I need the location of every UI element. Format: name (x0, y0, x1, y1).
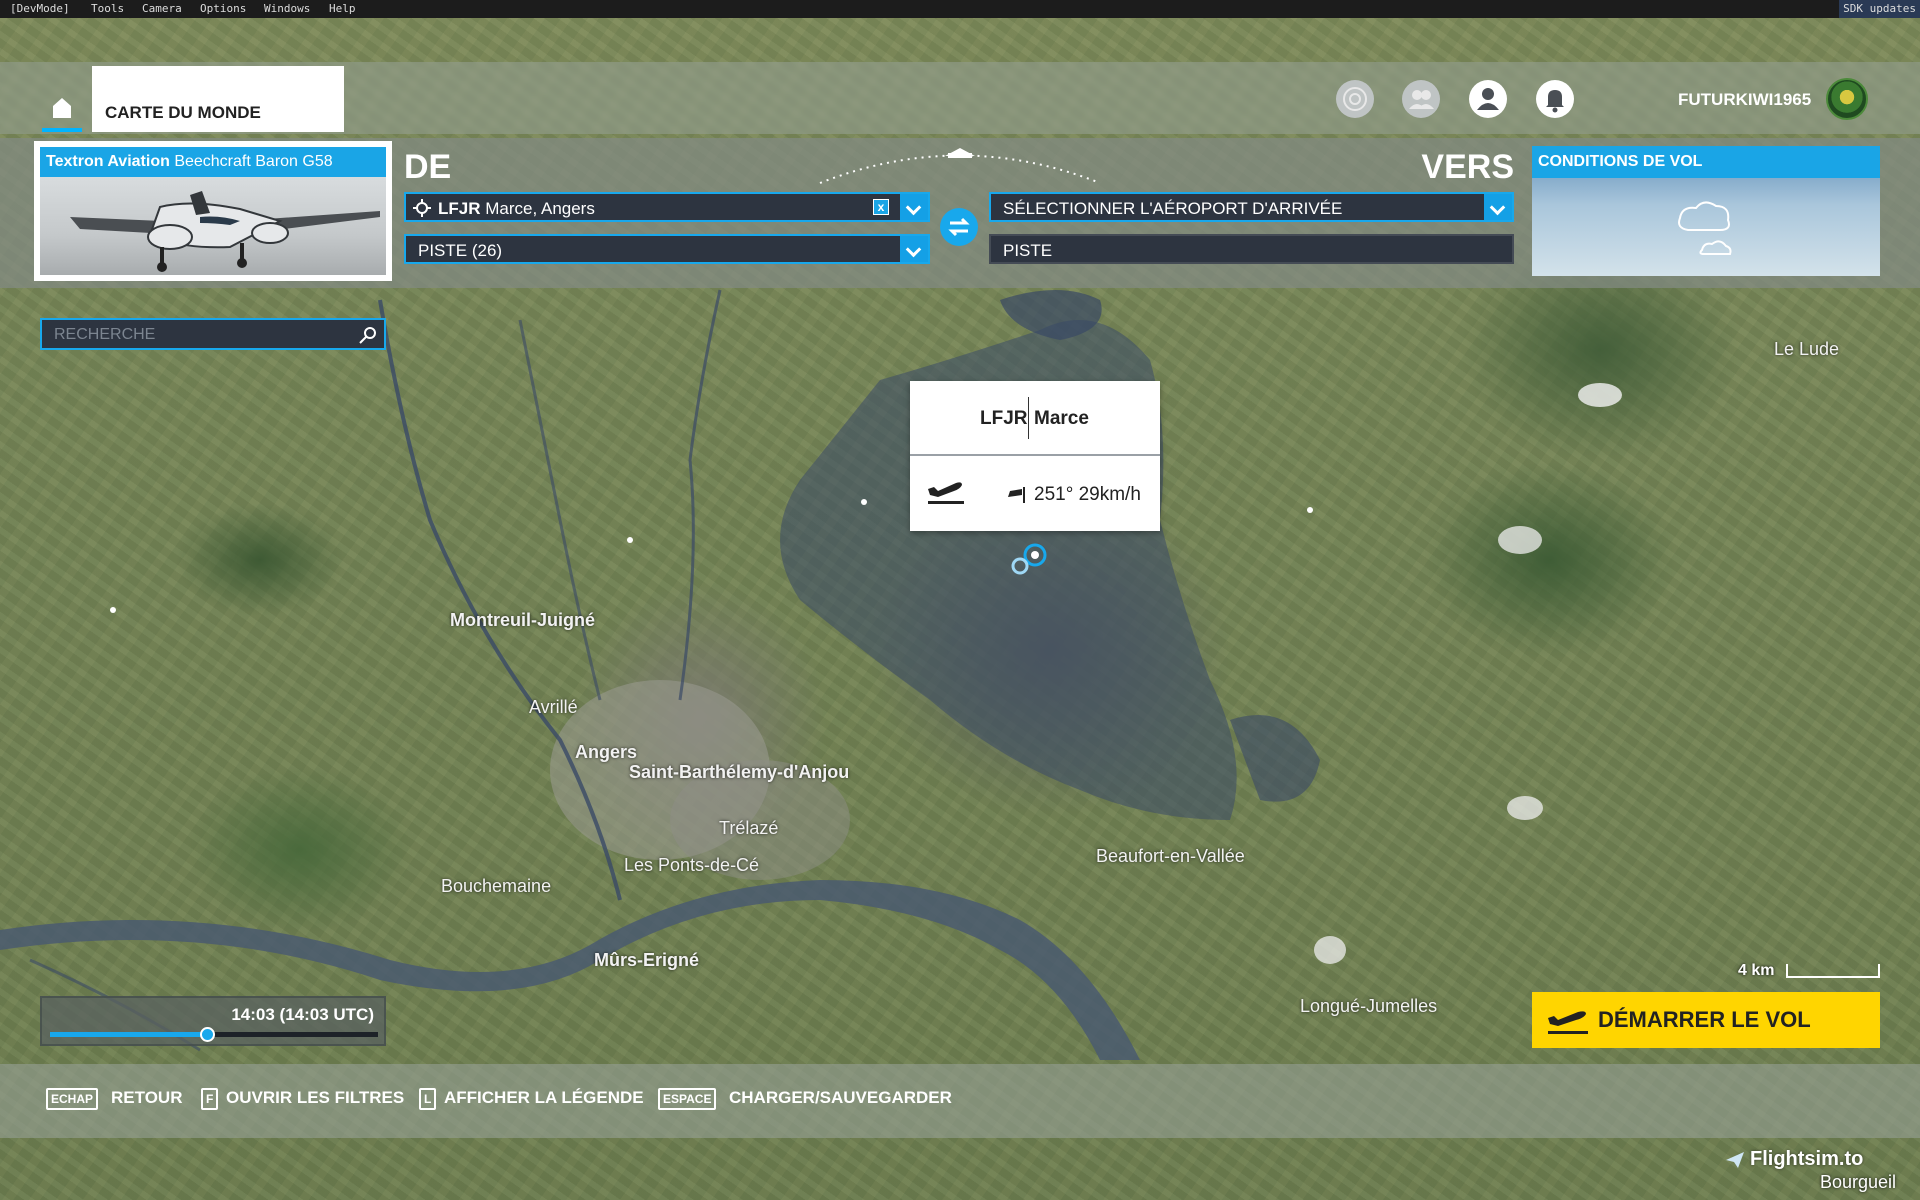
time-label: 14:03 (14:03 UTC) (231, 1005, 374, 1024)
swap-airports-button[interactable] (940, 208, 978, 246)
menu-tools[interactable]: Tools (91, 2, 124, 15)
arrival-runway-text: PISTE (1003, 241, 1053, 260)
aircraft-model: Beechcraft Baron G58 (174, 153, 333, 170)
chevron-down-icon[interactable] (900, 194, 928, 220)
start-flight-button[interactable]: DÉMARRER LE VOL (1532, 992, 1880, 1048)
departure-airport-field[interactable]: LFJR Marce, Angers (404, 192, 930, 222)
menu-camera[interactable]: Camera (142, 2, 182, 15)
flight-conditions-title: CONDITIONS DE VOL (1532, 146, 1880, 178)
friends-icon[interactable] (1402, 80, 1440, 118)
town-label: Le Lude (1774, 339, 1840, 359)
clear-departure-button[interactable]: x (873, 199, 889, 215)
watermark-text: Flightsim.to (1750, 1148, 1864, 1170)
menu-devmode[interactable]: [DevMode] (10, 2, 70, 15)
sdk-updates-button[interactable]: SDK updates (1839, 0, 1920, 18)
key-escape: ECHAP (46, 1088, 99, 1110)
departure-airport-name: Marce, Angers (485, 199, 595, 218)
time-slider-track[interactable] (50, 1027, 378, 1042)
takeoff-icon (928, 482, 964, 504)
achievements-icon[interactable] (1336, 80, 1374, 118)
arrival-airport-field[interactable]: SÉLECTIONNER L'AÉROPORT D'ARRIVÉE (989, 192, 1514, 222)
arrival-heading: VERS (1421, 148, 1514, 186)
search-input[interactable] (54, 324, 354, 346)
dev-menu-bar: [DevMode] Tools Camera Options Windows H… (0, 0, 1920, 18)
aircraft-selector[interactable]: Textron Aviation Beechcraft Baron G58 (34, 141, 392, 281)
departure-icao: LFJR (438, 199, 481, 218)
aircraft-title: Textron Aviation Beechcraft Baron G58 (40, 147, 386, 177)
home-icon (53, 98, 71, 118)
chevron-down-icon[interactable] (900, 236, 928, 262)
town-label: Mûrs-Erigné (594, 950, 700, 970)
time-slider-handle[interactable] (200, 1027, 216, 1042)
takeoff-icon (1548, 1011, 1588, 1034)
chevron-down-icon[interactable] (1484, 194, 1512, 220)
airport-popup[interactable]: LFJR Marce 251° 29km/h (910, 381, 1160, 531)
windsock-icon (1008, 487, 1025, 503)
popup-airport-name: Marce (1034, 408, 1089, 429)
town-label: Montreuil-Juigné (450, 610, 595, 630)
swap-icon (948, 217, 970, 237)
popup-icao: LFJR (980, 408, 1028, 429)
notifications-icon[interactable] (1536, 80, 1574, 118)
departure-airport-text: LFJR Marce, Angers (438, 199, 595, 219)
tab-world-map-label: CARTE DU MONDE (105, 103, 261, 122)
town-label: Beaufort-en-Vallée (1096, 846, 1245, 866)
start-flight-label: DÉMARRER LE VOL (1598, 1007, 1811, 1032)
map-scale-label: 4 km (1738, 962, 1775, 979)
town-label: Bourgueil (1820, 1172, 1897, 1192)
hint-load-save[interactable]: CHARGER/SAUVEGARDER (729, 1088, 952, 1110)
flightsim-watermark: Flightsim.to (1726, 1148, 1864, 1171)
menu-options[interactable]: Options (200, 2, 246, 15)
avatar[interactable] (1826, 78, 1868, 120)
departure-runway-field[interactable]: PISTE (26) (404, 234, 930, 264)
time-of-day-control[interactable]: 14:03 (14:03 UTC) (40, 996, 386, 1046)
flight-conditions-card[interactable]: CONDITIONS DE VOL (1532, 146, 1880, 276)
arrival-airport-placeholder: SÉLECTIONNER L'AÉROPORT D'ARRIVÉE (1003, 199, 1343, 218)
menu-help[interactable]: Help (329, 2, 356, 15)
airport-popup-header: LFJR Marce (910, 381, 1160, 456)
aircraft-maker: Textron Aviation (46, 153, 170, 170)
aircraft-image (40, 177, 386, 275)
search-icon[interactable] (358, 325, 378, 345)
hint-back[interactable]: RETOUR (111, 1088, 182, 1110)
key-f: F (201, 1088, 219, 1110)
departure-runway-text: PISTE (26) (418, 241, 503, 260)
tab-world-map[interactable]: CARTE DU MONDE (92, 66, 344, 132)
arrival-runway-field[interactable]: PISTE (989, 234, 1514, 264)
town-label: Les Ponts-de-Cé (624, 855, 760, 875)
hint-show-legend[interactable]: AFFICHER LA LÉGENDE (444, 1088, 644, 1110)
crosshair-icon (413, 199, 431, 217)
key-l: L (419, 1088, 437, 1110)
profile-icon[interactable] (1469, 80, 1507, 118)
town-label: Bouchemaine (441, 876, 552, 896)
paper-plane-icon (1726, 1152, 1744, 1168)
town-label: Saint-Barthélemy-d'Anjou (629, 762, 850, 782)
time-slider-fill (50, 1032, 208, 1037)
map-scale-bar (1786, 964, 1880, 978)
key-space: ESPACE (658, 1088, 717, 1110)
town-label: Angers (575, 742, 638, 762)
town-label: Avrillé (529, 697, 578, 717)
popup-divider (1028, 397, 1029, 439)
menu-windows[interactable]: Windows (264, 2, 310, 15)
cloud-icon (1678, 201, 1732, 255)
town-label: Longué-Jumelles (1300, 996, 1438, 1016)
hint-open-filters[interactable]: OUVRIR LES FILTRES (226, 1088, 404, 1110)
username[interactable]: FUTURKIWI1965 (1678, 90, 1811, 110)
town-label: Trélazé (719, 818, 779, 838)
map-search[interactable] (40, 318, 386, 350)
home-button[interactable] (42, 94, 82, 132)
popup-wind: 251° 29km/h (1034, 484, 1141, 505)
home-active-indicator (42, 128, 82, 132)
departure-heading: DE (404, 148, 452, 186)
